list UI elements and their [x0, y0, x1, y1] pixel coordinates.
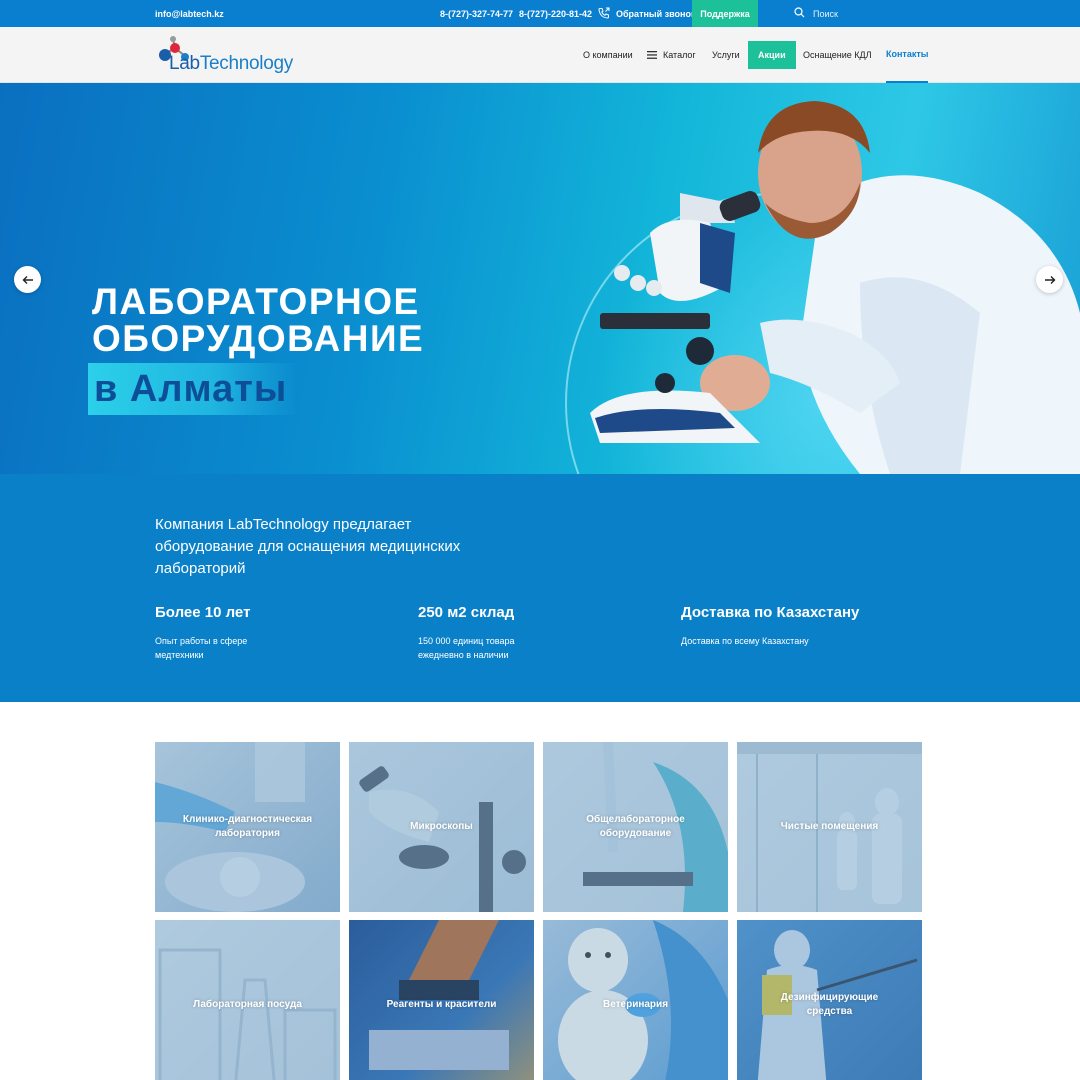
- callback-button[interactable]: Обратный звонок: [598, 7, 695, 21]
- hero-slider: ЛАБОРАТОРНОЕ ОБОРУДОВАНИЕ в Алматы: [0, 83, 1080, 474]
- category-card-disinfectants[interactable]: Дезинфицирующие средства: [737, 920, 922, 1080]
- nav-catalog[interactable]: Каталог: [647, 27, 696, 83]
- slider-prev-button[interactable]: [14, 266, 41, 293]
- search-input[interactable]: [813, 8, 893, 19]
- hero-title-line1: ЛАБОРАТОРНОЕ: [92, 281, 420, 322]
- arrow-right-icon: [1044, 275, 1055, 284]
- about-lead-text: Компания LabTechnology предлагает оборуд…: [155, 516, 461, 577]
- nav-promo[interactable]: Акции: [748, 41, 796, 69]
- category-label: Общелабораторное оборудование: [586, 814, 685, 839]
- main-nav: LabTechnology О компании Каталог Услуги …: [0, 27, 1080, 83]
- email-link[interactable]: info@labtech.kz: [155, 9, 224, 19]
- callback-label: Обратный звонок: [616, 9, 696, 19]
- stat-title: 250 м2 склад: [418, 604, 515, 621]
- nav-catalog-label: Каталог: [663, 50, 696, 60]
- category-label: Реагенты и красители: [386, 999, 497, 1010]
- stat-delivery: Доставка по Казахстану Доставка по всему…: [681, 604, 911, 648]
- category-card-glassware[interactable]: Лабораторная посуда: [155, 920, 340, 1080]
- scientist-microscope-image: [590, 101, 1080, 474]
- phone-link-2[interactable]: 8-(727)-220-81-42: [519, 9, 592, 19]
- hero-title-line3: в Алматы: [88, 363, 298, 415]
- category-label: Лабораторная посуда: [193, 999, 302, 1010]
- stat-experience: Более 10 лет Опыт работы в сфере медтехн…: [155, 604, 385, 662]
- category-card-cleanrooms[interactable]: Чистые помещения: [737, 742, 922, 912]
- logo-text: LabTechnology: [169, 53, 293, 74]
- category-card-reagents[interactable]: Реагенты и красители: [349, 920, 534, 1080]
- category-label: Ветеринария: [602, 999, 669, 1010]
- nav-contacts[interactable]: Контакты: [886, 27, 929, 83]
- category-label: Чистые помещения: [780, 821, 879, 832]
- category-card-kdl[interactable]: Клинико-диагностическая лаборатория: [155, 742, 340, 912]
- category-label: Клинико-диагностическая лаборатория: [182, 814, 313, 839]
- stat-desc: 150 000 единиц товара ежедневно в наличи…: [418, 636, 515, 660]
- stat-warehouse: 250 м2 склад 150 000 единиц товара ежедн…: [418, 604, 648, 662]
- nav-kdl[interactable]: Оснащение КДЛ: [803, 27, 872, 83]
- nav-about[interactable]: О компании: [583, 27, 633, 83]
- hero-title-line2: ОБОРУДОВАНИЕ: [92, 318, 425, 359]
- menu-icon: [647, 51, 657, 59]
- support-button[interactable]: Поддержка: [692, 0, 758, 27]
- phone-callback-icon: [598, 7, 610, 21]
- category-card-general-lab[interactable]: Общелабораторное оборудование: [543, 742, 728, 912]
- top-bar: info@labtech.kz 8-(727)-327-74-77 8-(727…: [0, 0, 1080, 27]
- search-icon[interactable]: [794, 7, 805, 20]
- category-card-microscopes[interactable]: Микроскопы: [349, 742, 534, 912]
- category-label: Микроскопы: [410, 821, 473, 832]
- about-section: Компания LabTechnology предлагает оборуд…: [0, 474, 1080, 702]
- nav-services[interactable]: Услуги: [712, 27, 740, 83]
- stat-desc: Опыт работы в сфере медтехники: [155, 636, 248, 660]
- stat-desc: Доставка по всему Казахстану: [681, 636, 809, 646]
- logo[interactable]: LabTechnology: [155, 36, 293, 76]
- phone-link-1[interactable]: 8-(727)-327-74-77: [440, 9, 513, 19]
- category-card-veterinary[interactable]: Ветеринария: [543, 920, 728, 1080]
- category-label: Дезинфицирующие средства: [780, 992, 879, 1017]
- slider-next-button[interactable]: [1036, 266, 1063, 293]
- arrow-left-icon: [22, 275, 33, 284]
- stat-title: Более 10 лет: [155, 604, 251, 621]
- search-box: [794, 7, 893, 20]
- stat-title: Доставка по Казахстану: [681, 604, 860, 621]
